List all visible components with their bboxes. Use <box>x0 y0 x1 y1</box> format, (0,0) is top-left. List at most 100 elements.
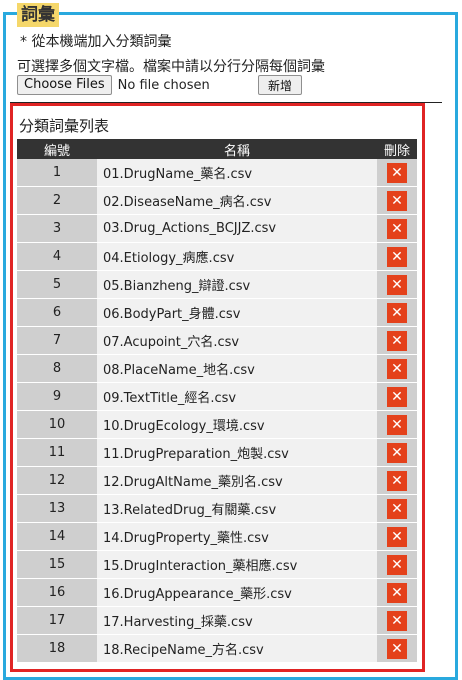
row-number: 11 <box>17 438 97 467</box>
table-row: 5 05.Bianzheng_辯證.csv ✕ <box>17 270 417 299</box>
delete-icon[interactable]: ✕ <box>387 246 407 267</box>
row-delete-cell: ✕ <box>377 214 417 243</box>
table-row: 7 07.Acupoint_穴名.csv ✕ <box>17 326 417 355</box>
row-delete-cell: ✕ <box>377 186 417 215</box>
row-number: 2 <box>17 186 97 215</box>
table-row: 13 13.RelatedDrug_有關藥.csv ✕ <box>17 494 417 523</box>
file-picker: Choose Files No file chosen <box>17 74 210 96</box>
table-row: 14 14.DrugProperty_藥性.csv ✕ <box>17 522 417 551</box>
row-file-name: 17.Harvesting_採藥.csv <box>97 606 377 635</box>
delete-icon[interactable]: ✕ <box>387 582 407 603</box>
delete-icon[interactable]: ✕ <box>387 274 407 295</box>
row-delete-cell: ✕ <box>377 326 417 355</box>
vocabulary-table: 編號 名稱 刪除 1 01.DrugName_藥名.csv ✕ 2 02.Disease… <box>17 139 417 663</box>
table-row: 18 18.RecipeName_方名.csv ✕ <box>17 634 417 663</box>
row-delete-cell: ✕ <box>377 382 417 411</box>
row-delete-cell: ✕ <box>377 466 417 495</box>
table-row: 11 11.DrugPreparation_炮製.csv ✕ <box>17 438 417 467</box>
row-file-name: 11.DrugPreparation_炮製.csv <box>97 438 377 467</box>
table-row: 12 12.DrugAltName_藥別名.csv ✕ <box>17 466 417 495</box>
table-row: 8 08.PlaceName_地名.csv ✕ <box>17 354 417 383</box>
delete-icon[interactable]: ✕ <box>387 554 407 575</box>
table-row: 15 15.DrugInteraction_藥相應.csv ✕ <box>17 550 417 579</box>
row-file-name: 03.Drug_Actions_BCJJZ.csv <box>97 214 377 243</box>
table-row: 4 04.Etiology_病應.csv ✕ <box>17 242 417 271</box>
table-row: 3 03.Drug_Actions_BCJJZ.csv ✕ <box>17 214 417 243</box>
delete-icon[interactable]: ✕ <box>387 162 407 183</box>
row-delete-cell: ✕ <box>377 298 417 327</box>
add-button[interactable]: 新增 <box>258 75 302 95</box>
row-number: 1 <box>17 159 97 187</box>
delete-icon[interactable]: ✕ <box>387 498 407 519</box>
upload-hint: 可選擇多個文字檔。檔案中請以分行分隔每個詞彙 <box>17 59 325 75</box>
row-file-name: 06.BodyPart_身體.csv <box>97 298 377 327</box>
row-number: 10 <box>17 410 97 439</box>
row-file-name: 07.Acupoint_穴名.csv <box>97 326 377 355</box>
table-row: 17 17.Harvesting_採藥.csv ✕ <box>17 606 417 635</box>
delete-icon[interactable]: ✕ <box>387 526 407 547</box>
list-title: 分類詞彙列表 <box>19 117 110 135</box>
row-number: 5 <box>17 270 97 299</box>
row-number: 8 <box>17 354 97 383</box>
choose-files-button[interactable]: Choose Files <box>17 75 112 95</box>
table-row: 10 10.DrugEcology_環境.csv ✕ <box>17 410 417 439</box>
row-delete-cell: ✕ <box>377 550 417 579</box>
row-number: 14 <box>17 522 97 551</box>
delete-icon[interactable]: ✕ <box>387 386 407 407</box>
table-row: 6 06.BodyPart_身體.csv ✕ <box>17 298 417 327</box>
delete-icon[interactable]: ✕ <box>387 610 407 631</box>
row-number: 4 <box>17 242 97 271</box>
row-delete-cell: ✕ <box>377 634 417 663</box>
row-number: 6 <box>17 298 97 327</box>
row-number: 9 <box>17 382 97 411</box>
delete-icon[interactable]: ✕ <box>387 470 407 491</box>
delete-icon[interactable]: ✕ <box>387 442 407 463</box>
delete-icon[interactable]: ✕ <box>387 414 407 435</box>
row-file-name: 13.RelatedDrug_有關藥.csv <box>97 494 377 523</box>
table-row: 16 16.DrugAppearance_藥形.csv ✕ <box>17 578 417 607</box>
table-header-row: 編號 名稱 刪除 <box>17 139 417 159</box>
row-delete-cell: ✕ <box>377 159 417 187</box>
row-file-name: 01.DrugName_藥名.csv <box>97 159 377 187</box>
row-file-name: 09.TextTitle_經名.csv <box>97 382 377 411</box>
row-file-name: 15.DrugInteraction_藥相應.csv <box>97 550 377 579</box>
row-delete-cell: ✕ <box>377 522 417 551</box>
delete-icon[interactable]: ✕ <box>387 638 407 659</box>
column-header-name: 名稱 <box>97 139 377 159</box>
row-delete-cell: ✕ <box>377 494 417 523</box>
row-number: 17 <box>17 606 97 635</box>
table-row: 9 09.TextTitle_經名.csv ✕ <box>17 382 417 411</box>
delete-icon[interactable]: ✕ <box>387 358 407 379</box>
delete-icon[interactable]: ✕ <box>387 218 407 239</box>
row-number: 3 <box>17 214 97 243</box>
row-delete-cell: ✕ <box>377 606 417 635</box>
column-header-delete: 刪除 <box>377 139 417 159</box>
table-row: 2 02.DiseaseName_病名.csv ✕ <box>17 186 417 215</box>
row-number: 7 <box>17 326 97 355</box>
row-delete-cell: ✕ <box>377 242 417 271</box>
row-number: 16 <box>17 578 97 607</box>
row-file-name: 14.DrugProperty_藥性.csv <box>97 522 377 551</box>
row-file-name: 18.RecipeName_方名.csv <box>97 634 377 663</box>
delete-icon[interactable]: ✕ <box>387 330 407 351</box>
delete-icon[interactable]: ✕ <box>387 190 407 211</box>
panel-title: 詞彙 <box>17 3 59 27</box>
row-file-name: 05.Bianzheng_辯證.csv <box>97 270 377 299</box>
row-file-name: 10.DrugEcology_環境.csv <box>97 410 377 439</box>
row-number: 13 <box>17 494 97 523</box>
row-number: 15 <box>17 550 97 579</box>
row-file-name: 08.PlaceName_地名.csv <box>97 354 377 383</box>
column-header-number: 編號 <box>17 139 97 159</box>
row-delete-cell: ✕ <box>377 354 417 383</box>
delete-icon[interactable]: ✕ <box>387 302 407 323</box>
row-file-name: 12.DrugAltName_藥別名.csv <box>97 466 377 495</box>
row-number: 12 <box>17 466 97 495</box>
row-number: 18 <box>17 634 97 663</box>
row-delete-cell: ✕ <box>377 270 417 299</box>
row-delete-cell: ✕ <box>377 578 417 607</box>
vocabulary-list-panel: 分類詞彙列表 編號 名稱 刪除 1 01.DrugName_藥名.csv ✕ 2 02.… <box>10 103 425 672</box>
no-file-label: No file chosen <box>117 77 210 93</box>
row-delete-cell: ✕ <box>377 410 417 439</box>
row-delete-cell: ✕ <box>377 438 417 467</box>
row-file-name: 02.DiseaseName_病名.csv <box>97 186 377 215</box>
